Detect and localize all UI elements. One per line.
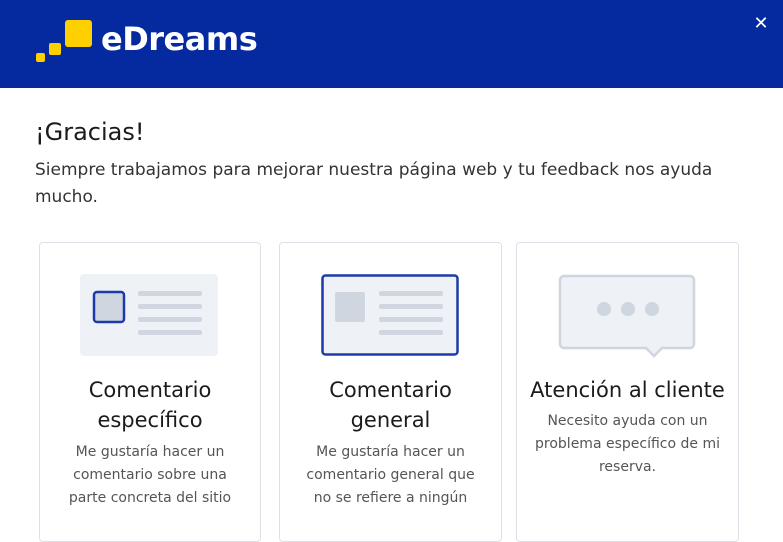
chat-bubble-illustration-icon bbox=[558, 274, 695, 358]
card-title: Comentario específico bbox=[88, 378, 212, 432]
feedback-intro: ¡Gracias! Siempre trabajamos para mejora… bbox=[35, 118, 755, 211]
card-description: Me gustaría hacer un comentario general … bbox=[306, 444, 475, 506]
card-customer-service[interactable]: Atención al cliente Necesito ayuda con u… bbox=[516, 242, 739, 542]
card-description: Necesito ayuda con un problema específic… bbox=[535, 413, 720, 475]
brand-name: eDreams bbox=[101, 20, 258, 58]
specific-feedback-illustration-icon bbox=[80, 274, 218, 356]
close-icon[interactable]: ✕ bbox=[748, 11, 774, 37]
card-title: Atención al cliente bbox=[530, 378, 725, 402]
header-bar: eDreams ✕ bbox=[0, 0, 783, 88]
page-subtitle: Siempre trabajamos para mejorar nuestra … bbox=[35, 160, 713, 207]
general-feedback-illustration-icon bbox=[320, 274, 459, 356]
card-specific-feedback[interactable]: Comentario específico Me gustaría hacer … bbox=[39, 242, 261, 542]
page-title: ¡Gracias! bbox=[35, 118, 145, 146]
card-description: Me gustaría hacer un comentario sobre un… bbox=[68, 444, 232, 506]
edreams-logo: eDreams bbox=[34, 19, 258, 64]
card-title: Comentario general bbox=[329, 378, 452, 432]
card-general-feedback[interactable]: Comentario general Me gustaría hacer un … bbox=[279, 242, 502, 542]
logo-mark-icon bbox=[36, 20, 92, 62]
